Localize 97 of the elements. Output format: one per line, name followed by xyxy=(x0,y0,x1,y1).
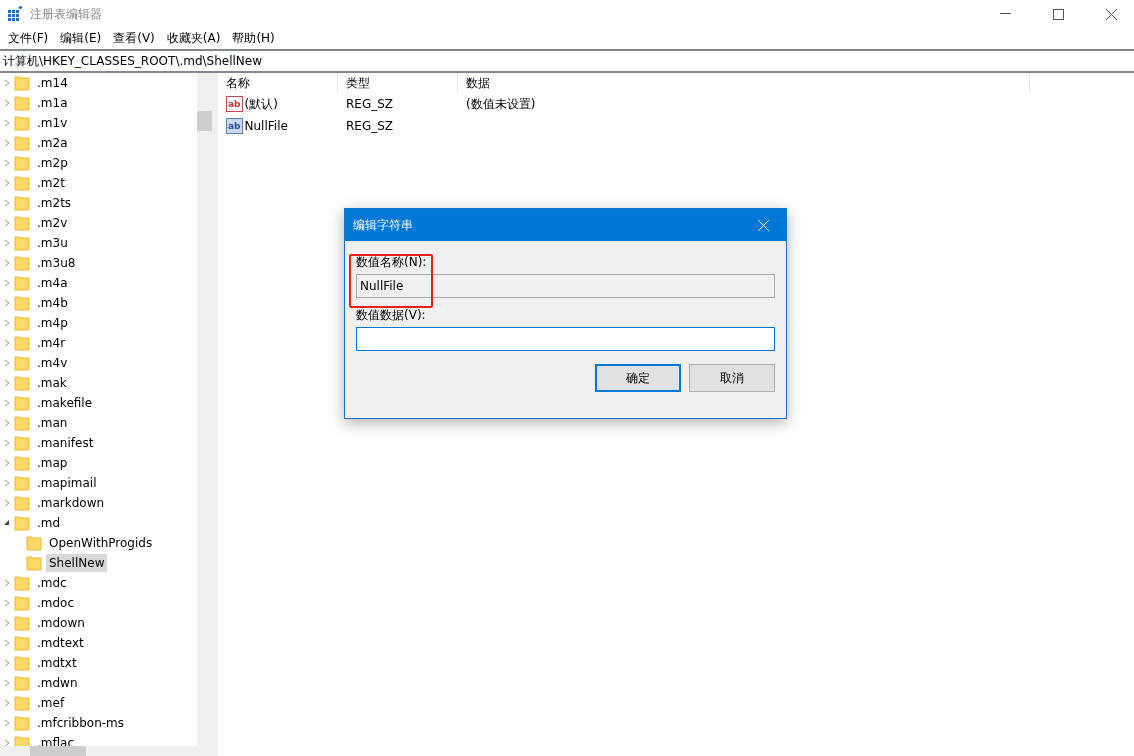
folder-icon xyxy=(14,455,30,471)
tree-item[interactable]: .mdwn xyxy=(34,674,81,692)
tree-item[interactable]: .markdown xyxy=(34,494,108,512)
dialog-button[interactable]: 确定 xyxy=(595,364,681,392)
field-label: 数值数据(V): xyxy=(356,306,427,324)
tree-item[interactable]: .m1v xyxy=(34,114,71,132)
tree-item[interactable]: .md xyxy=(34,514,64,532)
value-name-field[interactable]: NullFile xyxy=(356,274,775,298)
folder-icon xyxy=(14,635,30,651)
folder-icon xyxy=(14,235,30,251)
window-title: 注册表编辑器 xyxy=(30,5,103,23)
close-icon xyxy=(1105,8,1117,20)
value-name[interactable]: ab (默认) xyxy=(218,95,338,113)
tree-item[interactable]: .mdc xyxy=(34,574,70,592)
table-cell-text: REG_SZ xyxy=(345,97,395,111)
folder-icon xyxy=(14,75,30,91)
folder-icon xyxy=(14,195,30,211)
folder-icon xyxy=(14,155,30,171)
tree-item[interactable]: .map xyxy=(34,454,71,472)
minimize-icon xyxy=(999,13,1011,15)
tree-item[interactable]: .m2t xyxy=(34,174,68,192)
value-name[interactable]: ab NullFile xyxy=(218,118,338,134)
folder-icon xyxy=(14,335,30,351)
menu-item[interactable]: 文件(F) xyxy=(2,30,55,47)
folder-icon xyxy=(14,215,30,231)
folder-icon xyxy=(14,275,30,291)
tree-item[interactable]: .m2ts xyxy=(34,194,75,212)
tree-item[interactable]: .m3u8 xyxy=(34,254,79,272)
string-value-icon: ab xyxy=(226,118,243,134)
menu-item[interactable]: 编辑(E) xyxy=(54,30,108,47)
tree-item[interactable]: .man xyxy=(34,414,71,432)
menu-item[interactable]: 查看(V) xyxy=(107,30,161,47)
column-header[interactable]: 数据 xyxy=(458,73,1030,93)
folder-icon xyxy=(14,495,30,511)
folder-icon xyxy=(14,655,30,671)
horizontal-scrollbar[interactable] xyxy=(0,746,212,756)
folder-icon xyxy=(14,515,30,531)
folder-icon xyxy=(26,555,42,571)
dialog-button[interactable]: 取消 xyxy=(689,364,775,392)
folder-icon xyxy=(14,575,30,591)
tree-item[interactable]: .m4a xyxy=(34,274,71,292)
menu-item[interactable]: 帮助(H) xyxy=(226,30,281,47)
tree-item[interactable]: .m2v xyxy=(34,214,71,232)
tree-item[interactable]: .mapimail xyxy=(34,474,100,492)
tree-item[interactable]: .m2a xyxy=(34,134,71,152)
table-cell-text: (数值未设置) xyxy=(465,95,537,113)
folder-icon xyxy=(14,175,30,191)
string-value-icon: ab xyxy=(226,96,243,112)
tree-item[interactable]: .m14 xyxy=(34,74,71,92)
maximize-icon xyxy=(1052,8,1064,20)
folder-icon xyxy=(14,695,30,711)
field-label: 数值名称(N): xyxy=(356,253,428,271)
tree-item[interactable]: .mef xyxy=(34,694,68,712)
expand-arrow[interactable] xyxy=(2,518,12,528)
tree-item[interactable]: .m4v xyxy=(34,354,71,372)
tree-item[interactable]: .m4p xyxy=(34,314,71,332)
dialog-title: 编辑字符串 xyxy=(353,216,414,234)
tree-item[interactable]: .mdown xyxy=(34,614,88,632)
tree-item[interactable]: .m4r xyxy=(34,334,69,352)
close-icon xyxy=(757,219,769,231)
folder-icon xyxy=(26,535,42,551)
tree-item[interactable]: .m4b xyxy=(34,294,71,312)
tree-item[interactable]: .m2p xyxy=(34,154,71,172)
folder-icon xyxy=(14,595,30,611)
column-header[interactable]: 名称 xyxy=(218,73,338,93)
folder-icon xyxy=(14,475,30,491)
table-cell-text: REG_SZ xyxy=(345,119,395,133)
column-header[interactable]: 类型 xyxy=(338,73,458,93)
tree-item[interactable]: .mdoc xyxy=(34,594,78,612)
tree-item[interactable]: .mdtext xyxy=(34,634,87,652)
folder-icon xyxy=(14,355,30,371)
folder-icon xyxy=(14,375,30,391)
tree-item[interactable]: .makefile xyxy=(34,394,96,412)
folder-icon xyxy=(14,715,30,731)
menu-item[interactable]: 收藏夹(A) xyxy=(160,30,227,47)
tree-item[interactable]: .mdtxt xyxy=(34,654,80,672)
folder-icon xyxy=(14,415,30,431)
folder-icon xyxy=(14,95,30,111)
tree-item[interactable]: ShellNew xyxy=(46,554,108,572)
folder-icon xyxy=(14,615,30,631)
folder-icon xyxy=(14,315,30,331)
tree-item[interactable]: OpenWithProgids xyxy=(46,534,156,552)
tree-item[interactable]: .mfcribbon-ms xyxy=(34,714,128,732)
tree-item[interactable]: .manifest xyxy=(34,434,97,452)
tree-item[interactable]: .mak xyxy=(34,374,70,392)
folder-icon xyxy=(14,295,30,311)
tree-item[interactable]: .m3u xyxy=(34,234,71,252)
app-icon xyxy=(7,6,23,22)
tree-item[interactable]: .m1a xyxy=(34,94,71,112)
folder-icon xyxy=(14,115,30,131)
value-data-field[interactable] xyxy=(356,327,775,351)
address-bar[interactable]: 计算机\HKEY_CLASSES_ROOT\.md\ShellNew xyxy=(0,49,1134,73)
folder-icon xyxy=(14,255,30,271)
folder-icon xyxy=(14,395,30,411)
folder-icon xyxy=(14,135,30,151)
folder-icon xyxy=(14,435,30,451)
folder-icon xyxy=(14,675,30,691)
